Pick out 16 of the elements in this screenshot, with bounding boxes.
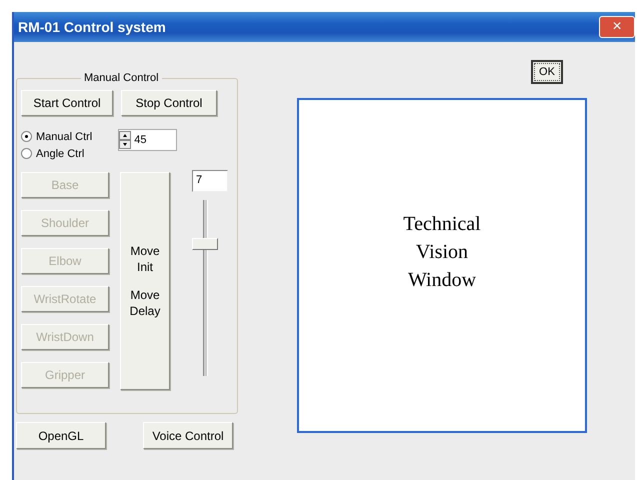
vision-label: Technical — [403, 212, 481, 237]
ok-button[interactable]: OK — [531, 60, 563, 84]
opengl-button[interactable]: OpenGL — [16, 422, 106, 449]
group-title: Manual Control — [83, 72, 160, 84]
window-title: RM-01 Control system — [17, 19, 166, 35]
radio-option[interactable]: Manual Ctrl — [21, 128, 92, 145]
radio-option[interactable]: Angle Ctrl — [21, 145, 92, 162]
voice-control-button[interactable]: Voice Control — [143, 422, 233, 449]
number-spinner[interactable]: 45 — [118, 129, 178, 151]
stop-control-button[interactable]: Stop Control — [121, 90, 217, 116]
move-init-button[interactable]: Move Init Move Delay — [120, 172, 170, 390]
start-control-button[interactable]: Start Control — [21, 90, 113, 116]
vision-label: Vision — [416, 240, 468, 265]
vision-label: Window — [408, 268, 476, 293]
delay-field[interactable]: 7 — [192, 170, 228, 192]
close-button[interactable]: × — [599, 16, 635, 38]
